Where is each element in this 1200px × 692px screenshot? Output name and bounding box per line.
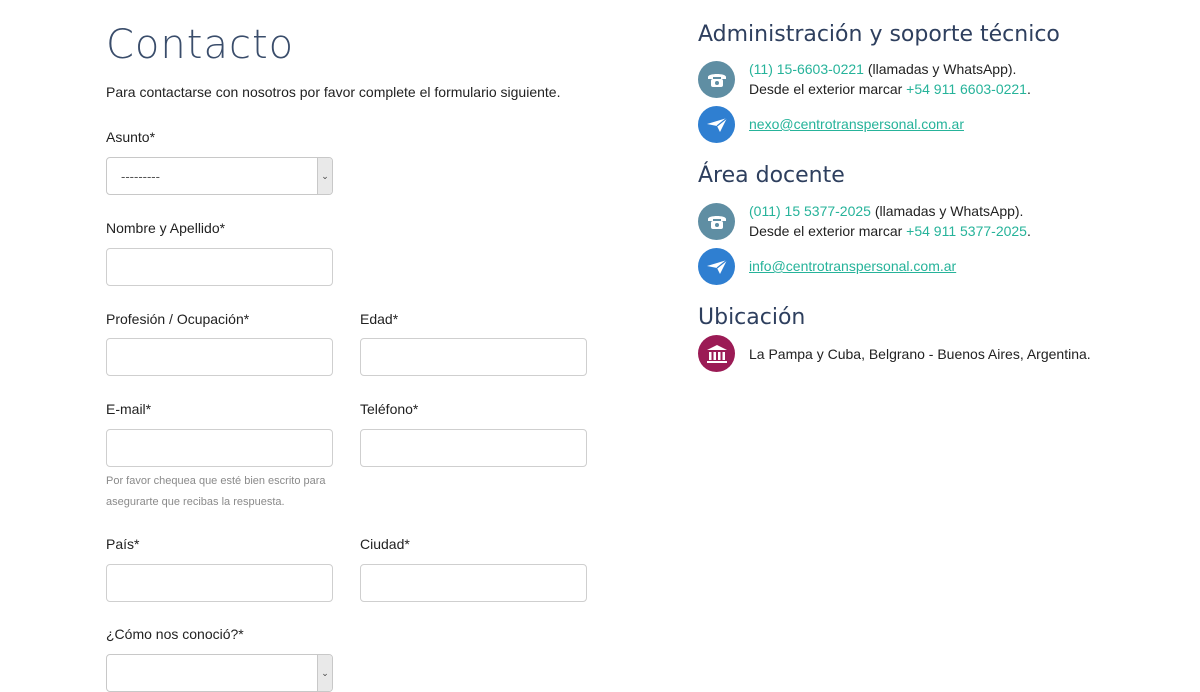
pais-input[interactable]: [106, 564, 333, 602]
admin-phone-line: (11) 15-6603-0221 (llamadas y WhatsApp).…: [749, 59, 1031, 99]
telefono-input[interactable]: [360, 429, 587, 467]
admin-phone-suffix: (llamadas y WhatsApp).: [863, 61, 1017, 77]
edad-input[interactable]: [360, 338, 587, 376]
admin-exterior-suffix: .: [1026, 81, 1031, 97]
nombre-input[interactable]: [106, 248, 333, 286]
intro-text: Para contactarse con nosotros por favor …: [106, 84, 561, 100]
ubicacion-section-title: Ubicación: [698, 305, 806, 330]
docente-phone[interactable]: (011) 15 5377-2025: [749, 203, 871, 219]
admin-exterior-phone[interactable]: +54 911 6603-0221: [906, 81, 1027, 97]
page-title: Contacto: [106, 22, 295, 68]
edad-label: Edad*: [360, 311, 399, 327]
bank-icon: [698, 335, 735, 372]
asunto-select[interactable]: --------- ⌄: [106, 157, 333, 195]
docente-exterior-suffix: .: [1026, 223, 1031, 239]
asunto-label: Asunto*: [106, 129, 156, 145]
mail-icon: [698, 106, 735, 143]
admin-section-title: Administración y soporte técnico: [698, 22, 1060, 47]
admin-email-link[interactable]: nexo@centrotranspersonal.com.ar: [749, 116, 964, 132]
conocio-select[interactable]: ⌄: [106, 654, 333, 692]
chevron-down-icon: ⌄: [317, 655, 332, 691]
admin-phone[interactable]: (11) 15-6603-0221: [749, 61, 864, 77]
telefono-label: Teléfono*: [360, 401, 419, 417]
docente-exterior-prefix: Desde el exterior marcar: [749, 223, 907, 239]
ciudad-label: Ciudad*: [360, 536, 410, 552]
phone-icon: [698, 61, 735, 98]
asunto-select-value: ---------: [121, 169, 160, 184]
docente-email-link[interactable]: info@centrotranspersonal.com.ar: [749, 258, 956, 274]
email-input[interactable]: [106, 429, 333, 467]
email-hint: Por favor chequea que esté bien escrito …: [106, 475, 326, 508]
chevron-down-icon: ⌄: [317, 158, 332, 194]
email-label: E-mail*: [106, 401, 152, 417]
docente-phone-line: (011) 15 5377-2025 (llamadas y WhatsApp)…: [749, 201, 1031, 241]
nombre-label: Nombre y Apellido*: [106, 220, 226, 236]
profesion-label: Profesión / Ocupación*: [106, 311, 250, 327]
ciudad-input[interactable]: [360, 564, 587, 602]
mail-icon: [698, 248, 735, 285]
docente-phone-suffix: (llamadas y WhatsApp).: [870, 203, 1024, 219]
pais-label: País*: [106, 536, 140, 552]
conocio-label: ¿Cómo nos conoció?*: [106, 626, 244, 642]
profesion-input[interactable]: [106, 338, 333, 376]
phone-icon: [698, 203, 735, 240]
location-address: La Pampa y Cuba, Belgrano - Buenos Aires…: [749, 346, 1091, 362]
admin-exterior-prefix: Desde el exterior marcar: [749, 81, 907, 97]
docente-section-title: Área docente: [698, 163, 845, 188]
docente-exterior-phone[interactable]: +54 911 5377-2025: [906, 223, 1027, 239]
